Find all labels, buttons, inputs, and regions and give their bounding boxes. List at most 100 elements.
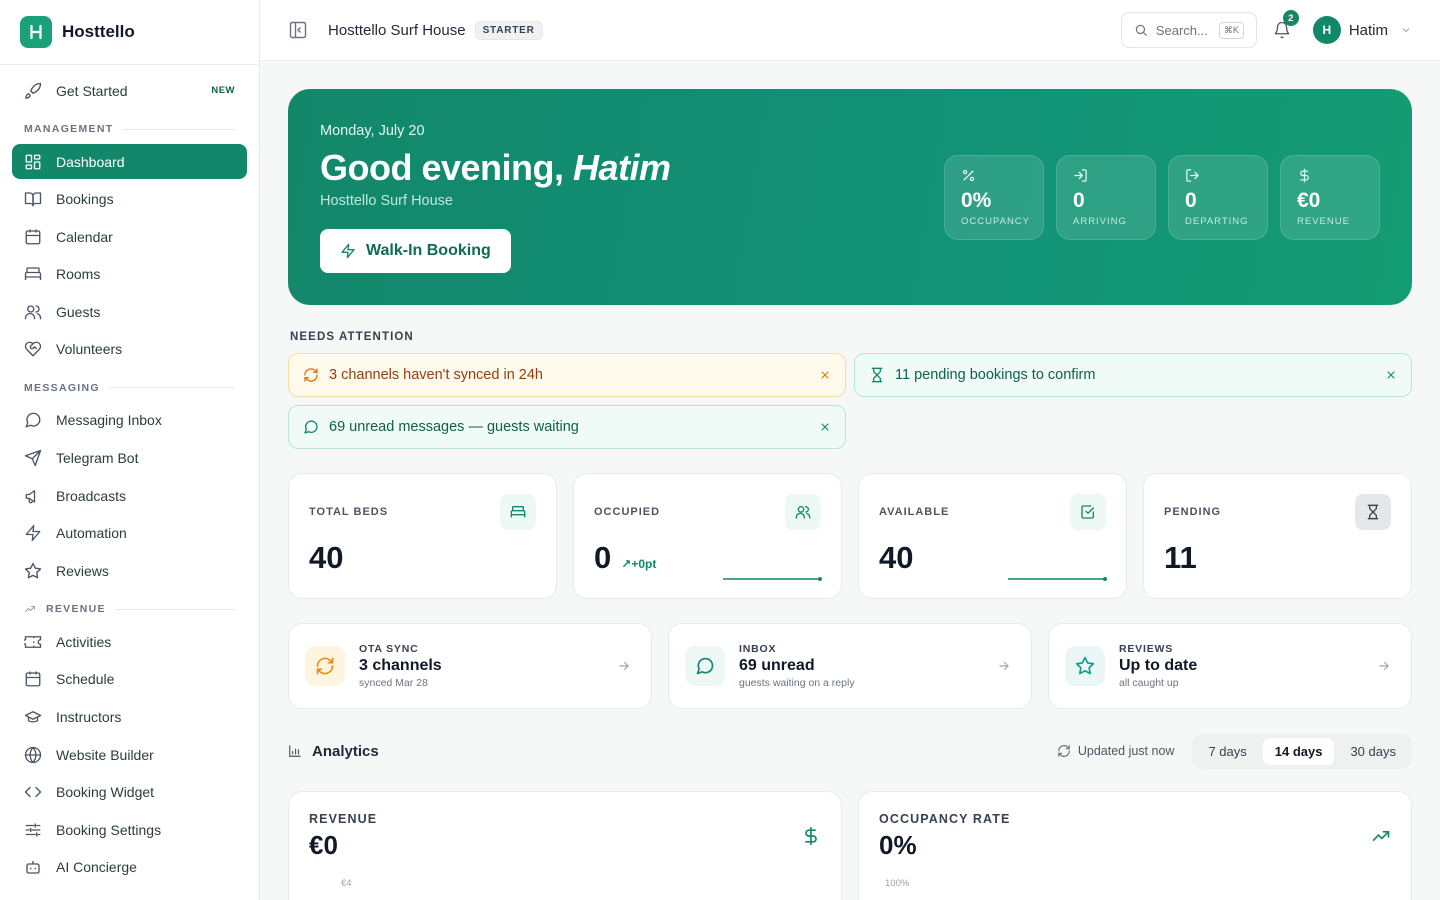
stat-label: DEPARTING xyxy=(1185,216,1249,227)
sidebar-item-messaging-inbox[interactable]: Messaging Inbox xyxy=(12,403,247,438)
sidebar-item-activities[interactable]: Activities xyxy=(12,624,247,659)
hourglass-icon xyxy=(1367,504,1379,520)
property-name[interactable]: Hosttello Surf House xyxy=(328,22,466,39)
message-circle-icon xyxy=(304,420,318,434)
analytics-charts: REVENUE €0 €4 OCCUPANCY RATE 0% 100% xyxy=(288,791,1412,900)
avatar: H xyxy=(1312,16,1341,44)
close-icon[interactable] xyxy=(819,421,831,433)
greeting-name: Hatim xyxy=(573,147,671,188)
close-icon[interactable] xyxy=(819,369,831,381)
inbox-card[interactable]: INBOX 69 unread guests waiting on a repl… xyxy=(668,623,1032,709)
sidebar-item-label: AI Concierge xyxy=(56,859,137,876)
sidebar-item-automation[interactable]: Automation xyxy=(12,516,247,551)
bed-icon xyxy=(510,506,526,518)
brand[interactable]: Hosttello xyxy=(0,0,259,65)
sidebar-item-booking-settings[interactable]: Booking Settings xyxy=(12,812,247,847)
search-input[interactable]: Search... ⌘K xyxy=(1120,12,1257,48)
sidebar-item-label: Booking Widget xyxy=(56,784,155,801)
hero-stat-departing: 0 DEPARTING xyxy=(1168,155,1268,240)
sidebar-item-guests[interactable]: Guests xyxy=(12,294,247,329)
updated-text: Updated just now xyxy=(1077,744,1175,758)
sidebar-item-label: Telegram Bot xyxy=(56,450,139,467)
sidebar-item-label: Get Started xyxy=(56,82,128,99)
analytics-header: Analytics Updated just now 7 days 14 day… xyxy=(288,733,1412,769)
sidebar-item-broadcasts[interactable]: Broadcasts xyxy=(12,478,247,513)
sidebar-item-get-started[interactable]: Get Started NEW xyxy=(12,73,247,108)
check-square-icon xyxy=(1081,505,1094,519)
notification-count: 2 xyxy=(1282,10,1299,26)
reviews-card[interactable]: REVIEWS Up to date all caught up xyxy=(1048,623,1412,709)
sidebar-item-website-builder[interactable]: Website Builder xyxy=(12,737,247,772)
user-name: Hatim xyxy=(1348,21,1388,39)
section-management: MANAGEMENT xyxy=(12,114,247,144)
inbox-icon-box xyxy=(685,646,725,686)
alert-pending-bookings[interactable]: 11 pending bookings to confirm xyxy=(854,353,1412,397)
sidebar-item-label: Volunteers xyxy=(56,341,123,358)
sidebar-item-telegram-bot[interactable]: Telegram Bot xyxy=(12,441,247,476)
send-icon xyxy=(24,449,42,467)
sidebar-item-instructors[interactable]: Instructors xyxy=(12,700,247,735)
needs-attention-label: NEEDS ATTENTION xyxy=(290,331,414,343)
sidebar-item-label: Reviews xyxy=(56,562,109,579)
sidebar-item-label: Booking Settings xyxy=(56,821,162,838)
close-icon[interactable] xyxy=(1385,369,1397,381)
kpi-occupied: OCCUPIED 0 ↗+0pt xyxy=(573,473,842,599)
chart-value: €0 xyxy=(309,830,338,860)
sidebar-item-calendar[interactable]: Calendar xyxy=(12,219,247,254)
section-label: MANAGEMENT xyxy=(24,123,114,135)
sidebar-item-volunteers[interactable]: Volunteers xyxy=(12,332,247,367)
alert-text: 3 channels haven't synced in 24h xyxy=(329,367,543,383)
sidebar-item-ai-concierge[interactable]: AI Concierge xyxy=(12,850,247,885)
heart-handshake-icon xyxy=(24,342,42,357)
kpi-icon-box xyxy=(1070,494,1106,530)
sidebar-item-bookings[interactable]: Bookings xyxy=(12,182,247,217)
arrow-right-icon xyxy=(999,661,1009,671)
sidebar-item-reviews[interactable]: Reviews xyxy=(12,553,247,588)
stat-value: 0% xyxy=(961,189,992,212)
alert-unread-messages[interactable]: 69 unread messages — guests waiting xyxy=(288,405,846,449)
stat-value: 0 xyxy=(1073,189,1085,212)
stat-value: €0 xyxy=(1297,189,1321,212)
sidebar-nav: Get Started NEW MANAGEMENT Dashboard Boo… xyxy=(0,65,259,885)
sidebar-item-schedule[interactable]: Schedule xyxy=(12,662,247,697)
arrow-right-icon xyxy=(1379,661,1389,671)
search-placeholder: Search... xyxy=(1155,22,1208,38)
zap-icon xyxy=(25,525,41,542)
star-icon xyxy=(24,562,42,579)
walk-in-label: Walk-In Booking xyxy=(366,242,491,259)
analytics-title: Analytics xyxy=(312,742,379,760)
alert-channels-sync[interactable]: 3 channels haven't synced in 24h xyxy=(288,353,846,397)
kpi-icon-box xyxy=(1355,494,1391,530)
kpi-available: AVAILABLE 40 xyxy=(858,473,1127,599)
card-subtitle: guests waiting on a reply xyxy=(739,677,855,689)
range-14-days[interactable]: 14 days xyxy=(1262,737,1335,765)
alert-text: 69 unread messages — guests waiting xyxy=(329,419,579,435)
updated-status[interactable]: Updated just now xyxy=(1057,744,1175,758)
sidebar-item-booking-widget[interactable]: Booking Widget xyxy=(12,775,247,810)
refresh-icon xyxy=(316,657,334,675)
section-messaging: MESSAGING xyxy=(12,373,247,403)
ota-sync-card[interactable]: OTA SYNC 3 channels synced Mar 28 xyxy=(288,623,652,709)
kpi-value: 40 xyxy=(309,540,344,575)
range-30-days[interactable]: 30 days xyxy=(1338,738,1408,765)
hero-stats: 0% OCCUPANCY 0 ARRIVING 0 DEPARTING €0 R… xyxy=(944,155,1380,240)
sidebar-item-dashboard[interactable]: Dashboard xyxy=(12,144,247,179)
zap-icon xyxy=(341,243,355,259)
range-7-days[interactable]: 7 days xyxy=(1196,738,1258,765)
sidebar-item-rooms[interactable]: Rooms xyxy=(12,257,247,292)
book-open-icon xyxy=(24,192,42,207)
walk-in-booking-button[interactable]: Walk-In Booking xyxy=(320,229,511,273)
user-menu[interactable]: H Hatim xyxy=(1312,16,1412,44)
hero-date: Monday, July 20 xyxy=(320,123,425,139)
sidebar-toggle-icon[interactable] xyxy=(288,20,308,40)
y-tick-label: 100% xyxy=(885,878,910,889)
app-shell: Hosttello Get Started NEW MANAGEMENT Das… xyxy=(0,0,1440,900)
notifications-button[interactable]: 2 xyxy=(1273,10,1299,39)
quick-status-cards: OTA SYNC 3 channels synced Mar 28 INBOX … xyxy=(288,623,1412,709)
chart-label: OCCUPANCY RATE xyxy=(879,812,1011,826)
arrow-right-icon xyxy=(619,661,629,671)
card-kicker: INBOX xyxy=(739,643,777,655)
bot-icon xyxy=(26,861,40,875)
hero-stat-occupancy: 0% OCCUPANCY xyxy=(944,155,1044,240)
card-kicker: REVIEWS xyxy=(1119,643,1174,655)
